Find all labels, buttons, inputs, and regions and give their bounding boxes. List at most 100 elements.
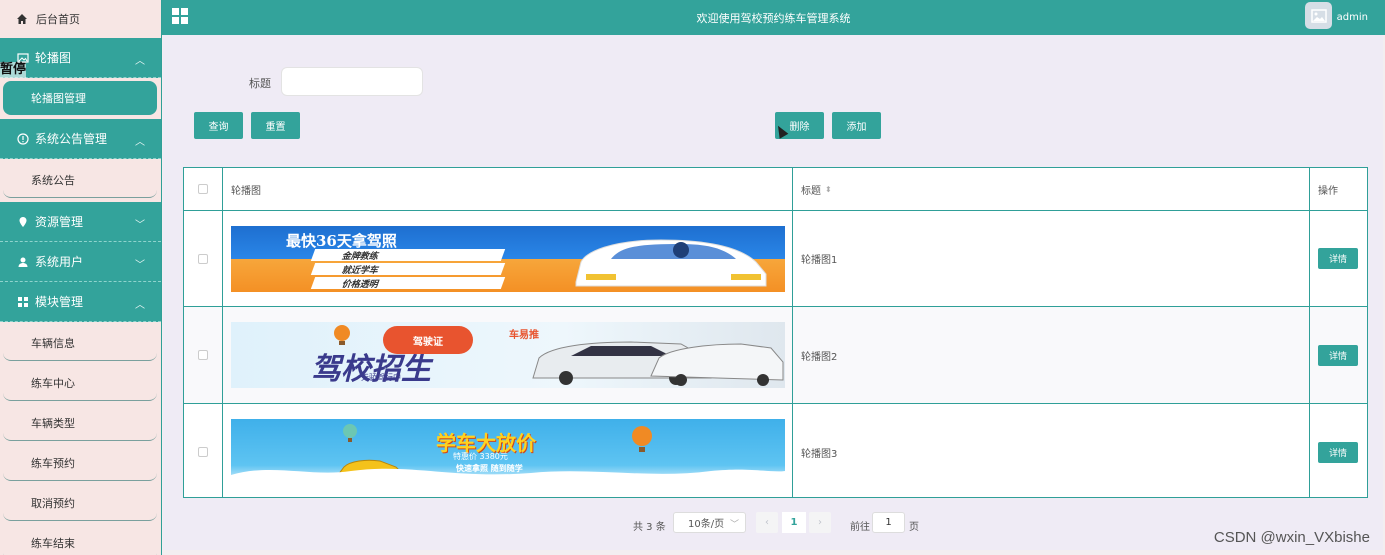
table-row: 驾校招生 驾驶证 车易推 天骄驾行中 轮播图2 详情 xyxy=(184,307,1367,404)
sidebar-item-notice[interactable]: 系统公告 xyxy=(3,162,157,198)
sidebar-group-label: 轮播图 xyxy=(35,51,72,65)
next-page-button[interactable]: › xyxy=(809,512,831,533)
goto-label: 前往 xyxy=(850,522,870,533)
action-cell: 详情 xyxy=(1310,307,1367,403)
page-title: 欢迎使用驾校预约练车管理系统 xyxy=(696,12,851,25)
sidebar-group-label: 模块管理 xyxy=(35,295,84,309)
location-icon xyxy=(16,215,29,228)
banner-headline: 最快36天拿驾照 xyxy=(286,231,397,250)
banner-line: 特惠价 3380元 xyxy=(453,452,508,461)
sidebar-item-vehicle-type[interactable]: 车辆类型 xyxy=(3,405,157,441)
table-row: 学车大放价 特惠价 3380元 快速拿照 随到随学 轮播图3 详情 xyxy=(184,404,1367,497)
action-cell: 详情 xyxy=(1310,211,1367,306)
chevron-down-icon: ﹀ xyxy=(729,520,739,530)
detail-button[interactable]: 详情 xyxy=(1318,248,1358,269)
sidebar-item-practice-center[interactable]: 练车中心 xyxy=(3,365,157,401)
chevron-up-icon: ︿ xyxy=(135,137,145,148)
select-all-checkbox[interactable] xyxy=(198,184,208,194)
column-header-action: 操作 xyxy=(1318,185,1338,197)
chevron-down-icon: ﹀ xyxy=(135,220,145,231)
sidebar-group-label: 资源管理 xyxy=(35,215,84,229)
sidebar-group-users[interactable]: 系统用户 ﹀ xyxy=(0,242,161,282)
row-checkbox[interactable] xyxy=(198,447,208,457)
sidebar-group-label: 系统用户 xyxy=(35,255,84,269)
sidebar: 后台首页 轮播图 ︿ 轮播图管理 系统公告管理 ︿ 系统公告 资源管理 ﹀ 系统… xyxy=(0,0,162,555)
row-check-cell xyxy=(184,404,223,497)
page-size-value: 10条/页 xyxy=(688,519,725,530)
column-header-title-label: 标题 xyxy=(801,185,821,197)
sidebar-item-cancel-booking[interactable]: 取消预约 xyxy=(3,485,157,521)
table-row: 最快36天拿驾照 金牌教练 就近学车 价格透明 轮播图1 详情 xyxy=(184,211,1367,307)
sidebar-item-practice-end[interactable]: 练车结束 xyxy=(3,525,157,555)
sidebar-item-carousel-manage[interactable]: 轮播图管理 xyxy=(3,81,157,115)
sort-icon[interactable]: ⬍ xyxy=(825,185,832,194)
sidebar-group-notice[interactable]: 系统公告管理 ︿ xyxy=(0,119,161,159)
page-number-current[interactable]: 1 xyxy=(782,512,806,533)
main-content: 标题 查询 重置 删除 添加 轮播图 标题 ⬍ 操作 最快36天拿驾照 金牌教练 … xyxy=(163,35,1383,550)
sidebar-item-vehicle-info[interactable]: 车辆信息 xyxy=(3,325,157,361)
action-cell: 详情 xyxy=(1310,404,1367,497)
banner-line: 天骄驾行中 xyxy=(361,373,401,382)
detail-button[interactable]: 详情 xyxy=(1318,441,1358,463)
title-cell: 轮播图1 xyxy=(793,211,1310,306)
banner-line: 金牌教练 xyxy=(310,248,506,262)
goto-page-input[interactable]: 1 xyxy=(872,512,905,533)
watermark: CSDN @wxin_VXbishe xyxy=(1213,529,1370,546)
banner-line: 就近学车 xyxy=(310,262,506,276)
banner-line: 驾驶证 xyxy=(383,326,473,354)
banner-image: 学车大放价 特惠价 3380元 快速拿照 随到随学 xyxy=(231,419,785,485)
detail-button[interactable]: 详情 xyxy=(1318,344,1358,366)
banner-line: 价格透明 xyxy=(310,276,506,290)
banner-cell: 驾校招生 驾驶证 车易推 天骄驾行中 xyxy=(223,307,793,403)
sidebar-item-booking[interactable]: 练车预约 xyxy=(3,445,157,481)
avatar[interactable] xyxy=(1305,2,1332,29)
balloon-icon xyxy=(343,424,357,442)
sidebar-item-home[interactable]: 后台首页 xyxy=(0,0,161,38)
chevron-down-icon: ﹀ xyxy=(135,260,145,271)
search-label: 标题 xyxy=(249,77,271,90)
grid-icon xyxy=(16,295,29,308)
add-button[interactable]: 添加 xyxy=(832,112,881,139)
query-button[interactable]: 查询 xyxy=(194,112,243,139)
sidebar-group-resource[interactable]: 资源管理 ﹀ xyxy=(0,202,161,242)
info-icon xyxy=(16,132,29,145)
chevron-up-icon: ︿ xyxy=(135,300,145,311)
banner-image: 驾校招生 驾驶证 车易推 天骄驾行中 xyxy=(231,322,785,388)
banner-cell: 学车大放价 特惠价 3380元 快速拿照 随到随学 xyxy=(223,404,793,497)
sidebar-group-label: 系统公告管理 xyxy=(35,132,108,146)
column-header-title[interactable]: 标题 ⬍ xyxy=(793,168,1310,210)
row-check-cell xyxy=(184,211,223,306)
car-illustration-icon xyxy=(532,341,784,386)
car-illustration-icon xyxy=(575,238,767,286)
row-checkbox[interactable] xyxy=(198,253,208,264)
reset-button[interactable]: 重置 xyxy=(251,112,300,139)
title-cell: 轮播图3 xyxy=(793,404,1310,497)
chevron-up-icon: ︿ xyxy=(135,56,145,67)
user-icon xyxy=(16,255,29,268)
page-size-select[interactable]: 10条/页 ﹀ xyxy=(673,512,746,533)
banner-cell: 最快36天拿驾照 金牌教练 就近学车 价格透明 xyxy=(223,211,793,306)
row-checkbox[interactable] xyxy=(198,350,208,360)
table-header: 轮播图 标题 ⬍ 操作 xyxy=(184,168,1367,211)
prev-page-button[interactable]: ‹ xyxy=(756,512,778,533)
title-cell: 轮播图2 xyxy=(793,307,1310,403)
page-suffix: 页 xyxy=(909,522,919,533)
top-bar: 欢迎使用驾校预约练车管理系统 admin xyxy=(162,0,1385,35)
title-search-input[interactable] xyxy=(281,67,423,96)
row-check-cell xyxy=(184,307,223,403)
username[interactable]: admin xyxy=(1337,12,1368,23)
header-check-cell xyxy=(184,168,223,210)
sidebar-group-modules[interactable]: 模块管理 ︿ xyxy=(0,282,161,322)
home-icon xyxy=(16,13,28,25)
pagination: 共 3 条 10条/页 ﹀ ‹ 1 › 前往 1 页 xyxy=(163,512,1383,534)
cloud-icon xyxy=(231,468,785,485)
pagination-total: 共 3 条 xyxy=(633,522,666,533)
carousel-table: 轮播图 标题 ⬍ 操作 最快36天拿驾照 金牌教练 就近学车 价格透明 轮播图1… xyxy=(183,167,1368,498)
balloon-icon xyxy=(632,426,652,452)
sidebar-item-label: 后台首页 xyxy=(36,13,80,26)
overlay-label: 暂停 xyxy=(0,62,27,78)
balloon-icon xyxy=(334,325,350,345)
banner-image: 最快36天拿驾照 金牌教练 就近学车 价格透明 xyxy=(231,225,785,292)
column-header-image: 轮播图 xyxy=(223,168,793,210)
avatar-image-icon xyxy=(1310,8,1327,23)
